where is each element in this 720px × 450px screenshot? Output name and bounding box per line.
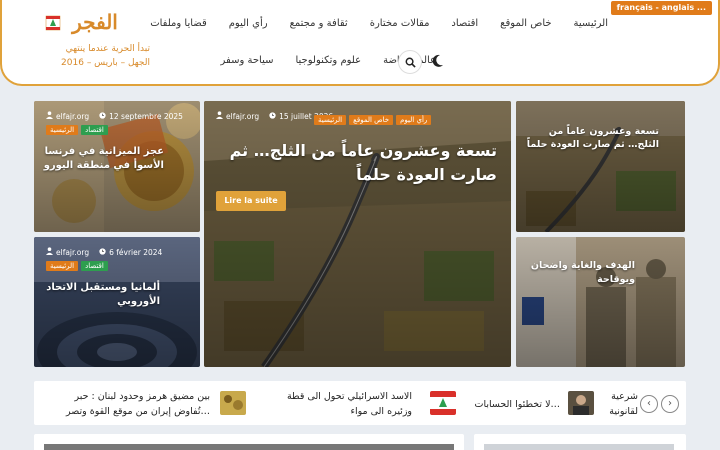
search-icon bbox=[405, 57, 416, 68]
nav-item-selected-articles[interactable]: مقالات مختارة bbox=[370, 18, 430, 29]
article-card-euro[interactable]: elfajr.org 12 septembre 2025 الرئيسية اق… bbox=[34, 101, 200, 232]
nav-item-travel[interactable]: سياحة وسفر bbox=[221, 55, 274, 66]
tag-exclusive[interactable]: خاص الموقع bbox=[349, 115, 394, 125]
ticker-item[interactable]: شرعية لقانونية bbox=[568, 387, 638, 419]
article-title[interactable]: تسعة وعشرون عاماً من الثلج… ثم صارت العو… bbox=[217, 139, 497, 187]
tag-economy[interactable]: اقتصاد bbox=[81, 125, 108, 135]
nav-item-economy[interactable]: اقتصاد bbox=[451, 18, 478, 29]
article-card-soldiers[interactable]: الهدف والغاية واضحان ويوقاحة bbox=[516, 237, 685, 367]
featured-article-card[interactable]: elfajr.org 15 juillet 2026 الرئيسية خاص … bbox=[204, 101, 511, 367]
search-button[interactable] bbox=[398, 50, 422, 74]
article-tags: الرئيسية اقتصاد bbox=[46, 125, 111, 135]
panel-image-strip bbox=[44, 444, 454, 450]
nav-item-exclusive[interactable]: خاص الموقع bbox=[500, 18, 551, 29]
user-icon bbox=[46, 247, 53, 257]
main-nav-row-1: قضايا وملفات رأي اليوم ثقافة و مجتمع مقا… bbox=[150, 18, 608, 29]
article-date: 12 septembre 2025 bbox=[109, 111, 183, 121]
ticker-headline: بين مضيق هرمز وحدود لبنان : حبر …تُفاوض … bbox=[65, 391, 210, 417]
ticker-headline: …لا تخطئوا الحسابات bbox=[474, 399, 560, 410]
site-tagline: تبدأ الحرية عندما ينتهي الجهل – باريس – … bbox=[61, 44, 150, 68]
card-overlay bbox=[516, 237, 685, 367]
article-title[interactable]: عجز الميزانية في فرنسا الأسوأ في منطقة ا… bbox=[34, 145, 164, 173]
article-title[interactable]: الهدف والغاية واضحان ويوقاحة bbox=[519, 259, 635, 287]
card-overlay bbox=[516, 101, 685, 232]
clock-icon bbox=[99, 111, 106, 121]
ticker-headline: الاسد الاسرائيلي تحول الى قطة وزئيره الى… bbox=[286, 391, 412, 417]
ticker-item[interactable]: …لا تخطئوا الحسابات bbox=[430, 387, 560, 419]
article-card-snow-small[interactable]: تسعة وعشرون عاماً من الثلج… ثم صارت العو… bbox=[516, 101, 685, 232]
nav-item-opinion[interactable]: رأي اليوم bbox=[229, 18, 268, 29]
article-author[interactable]: elfajr.org bbox=[56, 112, 89, 121]
article-author[interactable]: elfajr.org bbox=[56, 248, 89, 257]
nav-item-issues[interactable]: قضايا وملفات bbox=[150, 18, 207, 29]
tag-opinion[interactable]: رأي اليوم bbox=[396, 115, 432, 125]
article-title[interactable]: تسعة وعشرون عاماً من الثلج… ثم صارت العو… bbox=[519, 125, 659, 151]
content-panel-right bbox=[474, 434, 686, 450]
nav-item-home[interactable]: الرئيسية bbox=[574, 18, 608, 29]
ticker-item[interactable]: الاسد الاسرائيلي تحول الى قطة وزئيره الى… bbox=[220, 387, 412, 419]
logo-wordmark: الفجر bbox=[72, 10, 118, 34]
ticker-prev-button[interactable]: ‹ bbox=[640, 395, 658, 413]
ticker-item[interactable]: بين مضيق هرمز وحدود لبنان : حبر …تُفاوض … bbox=[40, 387, 210, 419]
content-panel-left bbox=[34, 434, 464, 450]
chevron-left-icon: ‹ bbox=[647, 398, 651, 409]
site-header: français - anglais ... الفجر تبدأ الحرية… bbox=[0, 0, 720, 86]
language-switcher[interactable]: français - anglais ... bbox=[610, 1, 712, 15]
moon-icon bbox=[432, 54, 443, 67]
article-card-europe[interactable]: elfajr.org 6 février 2024 الرئيسية اقتصا… bbox=[34, 237, 200, 367]
user-icon bbox=[216, 111, 223, 121]
site-logo[interactable]: الفجر bbox=[40, 10, 150, 38]
article-tags: الرئيسية اقتصاد bbox=[46, 261, 111, 271]
tag-economy[interactable]: اقتصاد bbox=[81, 261, 108, 271]
ticker-thumbnail bbox=[430, 391, 456, 415]
dark-mode-toggle[interactable] bbox=[432, 53, 446, 69]
ticker-next-button[interactable]: › bbox=[661, 395, 679, 413]
user-icon bbox=[46, 111, 53, 121]
nav-item-culture[interactable]: ثقافة و مجتمع bbox=[290, 18, 348, 29]
panel-image-strip bbox=[484, 444, 674, 450]
ticker-headline: شرعية لقانونية bbox=[609, 391, 638, 417]
article-meta: elfajr.org 6 février 2024 bbox=[46, 247, 162, 257]
tag-home[interactable]: الرئيسية bbox=[46, 261, 79, 271]
article-date: 6 février 2024 bbox=[109, 247, 163, 257]
clock-icon bbox=[99, 247, 106, 257]
ticker-thumbnail bbox=[220, 391, 246, 415]
article-tags: الرئيسية خاص الموقع رأي اليوم bbox=[314, 115, 434, 125]
nav-item-science[interactable]: علوم وتكنولوجيا bbox=[295, 55, 361, 66]
article-author[interactable]: elfajr.org bbox=[226, 112, 259, 121]
chevron-right-icon: › bbox=[668, 398, 672, 409]
clock-icon bbox=[269, 111, 276, 121]
read-more-button[interactable]: Lire la suite bbox=[216, 191, 286, 211]
ticker-thumbnail bbox=[568, 391, 594, 415]
article-title[interactable]: ألمانيا ومستقبل الاتحاد الأوروبي bbox=[34, 281, 160, 309]
tag-home[interactable]: الرئيسية bbox=[314, 115, 347, 125]
article-meta: elfajr.org 12 septembre 2025 bbox=[46, 111, 183, 121]
news-ticker: بين مضيق هرمز وحدود لبنان : حبر …تُفاوض … bbox=[34, 381, 686, 425]
tag-home[interactable]: الرئيسية bbox=[46, 125, 79, 135]
